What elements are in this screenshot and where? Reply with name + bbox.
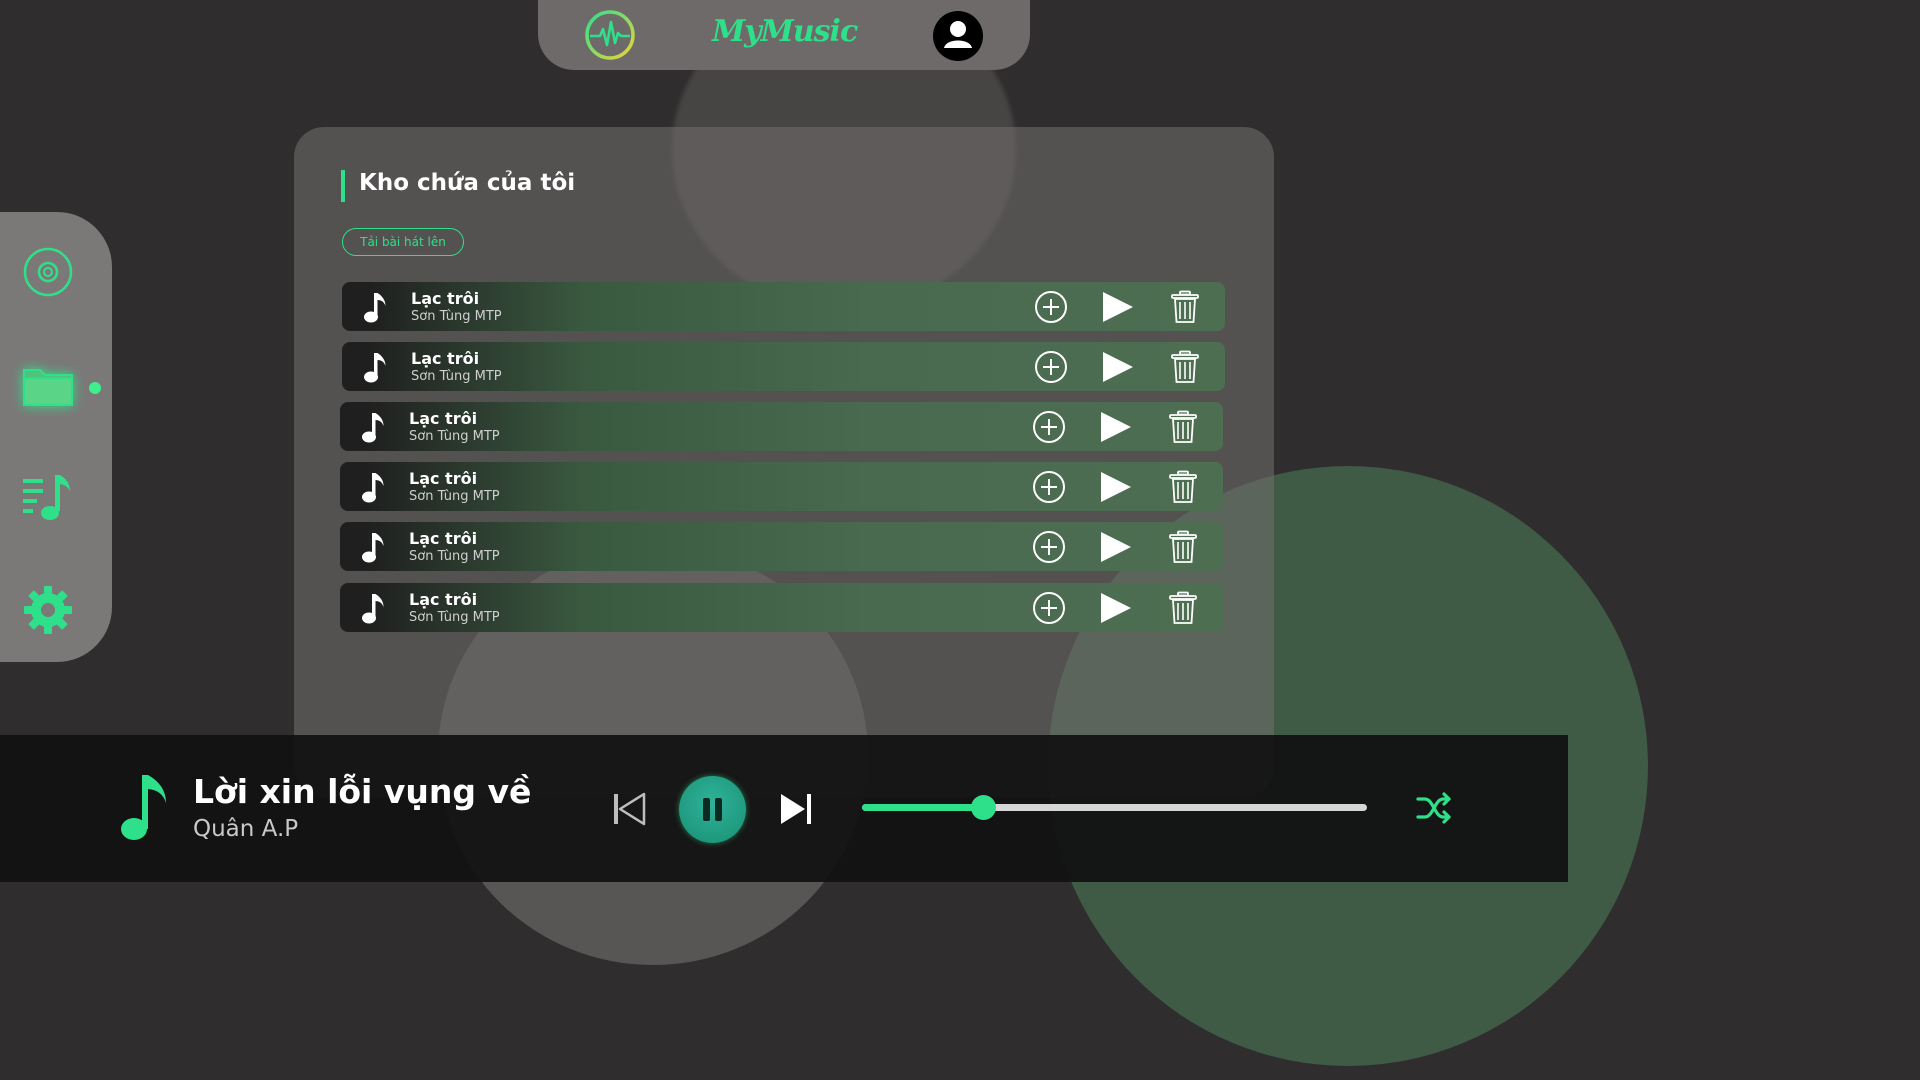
sidebar-item-settings[interactable]	[20, 582, 76, 638]
song-artist: Sơn Tùng MTP	[409, 429, 500, 444]
folder-icon	[23, 369, 73, 406]
pulse-wave-icon[interactable]	[584, 9, 636, 61]
play-icon[interactable]	[1098, 410, 1132, 444]
add-to-playlist-icon[interactable]	[1032, 470, 1066, 504]
progress-slider[interactable]	[862, 795, 1367, 820]
play-icon[interactable]	[1098, 591, 1132, 625]
add-to-playlist-icon[interactable]	[1034, 350, 1068, 384]
trash-icon[interactable]	[1168, 350, 1202, 384]
add-to-playlist-icon[interactable]	[1032, 591, 1066, 625]
progress-fill	[862, 804, 984, 811]
music-note-icon	[364, 353, 386, 383]
song-title: Lạc trôi	[411, 289, 480, 308]
brand-logo: MyMusic	[712, 14, 858, 49]
play-icon[interactable]	[1100, 350, 1134, 384]
song-artist: Sơn Tùng MTP	[409, 489, 500, 504]
trash-icon[interactable]	[1166, 530, 1200, 564]
title-accent-bar	[341, 170, 345, 202]
music-note-icon	[364, 293, 386, 323]
pause-button[interactable]	[679, 776, 746, 843]
page-title: Kho chứa của tôi	[359, 170, 576, 196]
song-row[interactable]: Lạc trôi Sơn Tùng MTP	[340, 462, 1223, 511]
next-track-button[interactable]	[779, 792, 813, 826]
disc-icon	[23, 247, 73, 297]
sidebar-item-library[interactable]	[20, 358, 76, 414]
music-note-icon	[362, 413, 384, 443]
add-to-playlist-icon[interactable]	[1032, 530, 1066, 564]
previous-track-button[interactable]	[612, 792, 646, 826]
song-artist: Sơn Tùng MTP	[409, 549, 500, 564]
sidebar-item-disc[interactable]	[20, 244, 76, 300]
song-row[interactable]: Lạc trôi Sơn Tùng MTP	[340, 583, 1223, 632]
now-playing-title: Lời xin lỗi vụng về	[193, 772, 532, 811]
sidebar	[0, 212, 112, 662]
trash-icon[interactable]	[1166, 591, 1200, 625]
trash-icon[interactable]	[1168, 290, 1202, 324]
sidebar-item-playlist[interactable]	[20, 470, 76, 526]
upload-song-button[interactable]: Tải bài hát lên	[342, 228, 464, 256]
song-title: Lạc trôi	[409, 469, 478, 488]
song-row[interactable]: Lạc trôi Sơn Tùng MTP	[342, 342, 1225, 391]
pause-icon	[703, 798, 722, 821]
song-row[interactable]: Lạc trôi Sơn Tùng MTP	[342, 282, 1225, 331]
song-title: Lạc trôi	[409, 409, 478, 428]
music-note-icon	[121, 775, 166, 840]
song-title: Lạc trôi	[409, 590, 478, 609]
song-row[interactable]: Lạc trôi Sơn Tùng MTP	[340, 402, 1223, 451]
music-note-icon	[362, 594, 384, 624]
active-indicator	[89, 382, 101, 394]
add-to-playlist-icon[interactable]	[1034, 290, 1068, 324]
trash-icon[interactable]	[1166, 410, 1200, 444]
music-note-icon	[362, 533, 384, 563]
song-artist: Sơn Tùng MTP	[411, 309, 502, 324]
song-artist: Sơn Tùng MTP	[409, 610, 500, 625]
song-title: Lạc trôi	[409, 529, 478, 548]
playlist-music-icon	[23, 475, 70, 520]
add-to-playlist-icon[interactable]	[1032, 410, 1066, 444]
play-icon[interactable]	[1098, 530, 1132, 564]
song-artist: Sơn Tùng MTP	[411, 369, 502, 384]
trash-icon[interactable]	[1166, 470, 1200, 504]
song-title: Lạc trôi	[411, 349, 480, 368]
now-playing-artist: Quân A.P	[193, 816, 299, 842]
play-icon[interactable]	[1098, 470, 1132, 504]
music-note-icon	[362, 473, 384, 503]
shuffle-icon[interactable]	[1415, 790, 1453, 826]
play-icon[interactable]	[1100, 290, 1134, 324]
user-avatar-icon[interactable]	[932, 10, 984, 62]
song-row[interactable]: Lạc trôi Sơn Tùng MTP	[340, 522, 1223, 571]
gear-icon	[24, 586, 72, 634]
